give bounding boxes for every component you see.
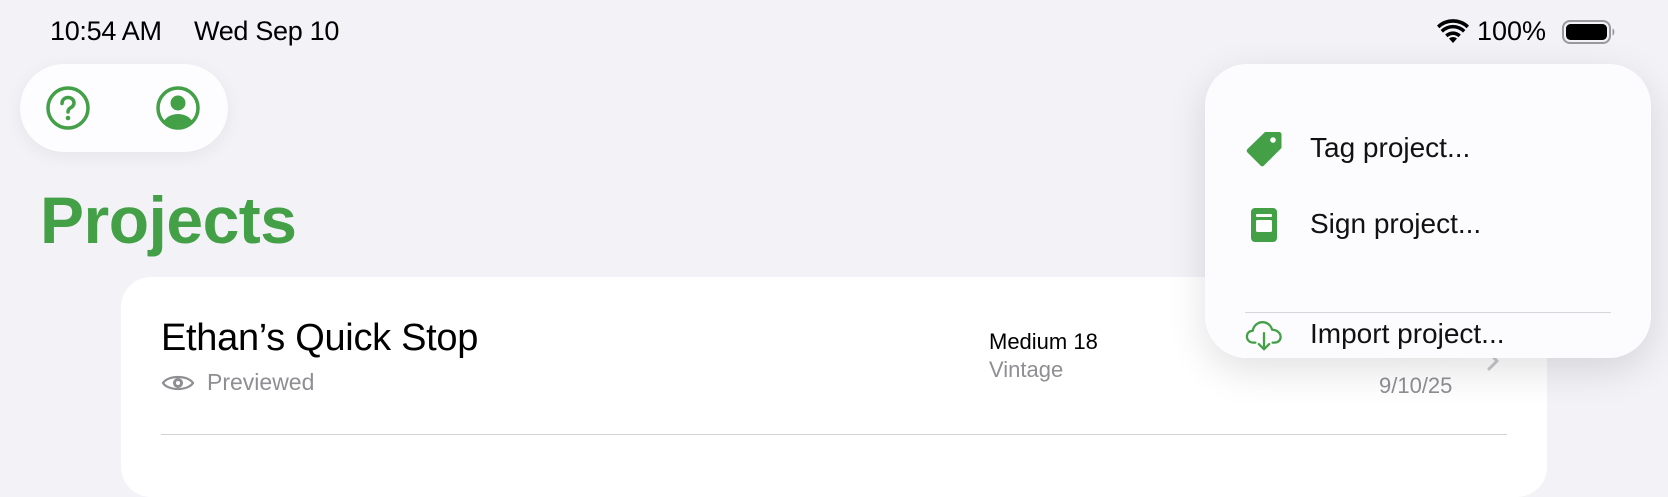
project-size: Medium 18 [989,329,1098,354]
cloud-download-icon [1245,316,1283,354]
project-menu: Tag project... Sign project... Import pr… [1205,64,1651,358]
menu-item-label: Import project... [1310,318,1505,349]
project-title: Ethan’s Quick Stop [161,317,479,359]
menu-item-label: Sign project... [1310,208,1482,239]
battery-icon [1562,20,1615,44]
menu-item-sign-project[interactable]: Sign project... [1205,192,1651,256]
project-status: Previewed [161,369,314,396]
menu-item-import-project[interactable]: Import project... [1205,302,1651,366]
project-date: 9/10/25 [1379,373,1453,398]
project-style: Vintage [989,357,1064,382]
eye-icon [161,375,195,390]
page-title: Projects [40,183,297,257]
account-button[interactable] [154,84,202,132]
project-status-label: Previewed [207,369,315,395]
help-button[interactable] [44,84,92,132]
toolbar [20,64,228,152]
menu-item-tag-project[interactable]: Tag project... [1205,116,1651,180]
status-date: Wed Sep 10 [194,16,340,46]
status-bar: 10:54 AM Wed Sep 10 100% [0,0,1668,66]
status-time: 10:54 AM [50,16,162,46]
document-icon [1245,206,1283,244]
menu-item-label: Tag project... [1310,132,1471,163]
person-circle-icon [156,86,200,130]
wifi-icon [1437,19,1469,43]
row-divider [161,434,1507,435]
battery-percent: 100% [1477,16,1547,46]
question-circle-icon [46,86,90,130]
tag-icon [1245,130,1283,168]
